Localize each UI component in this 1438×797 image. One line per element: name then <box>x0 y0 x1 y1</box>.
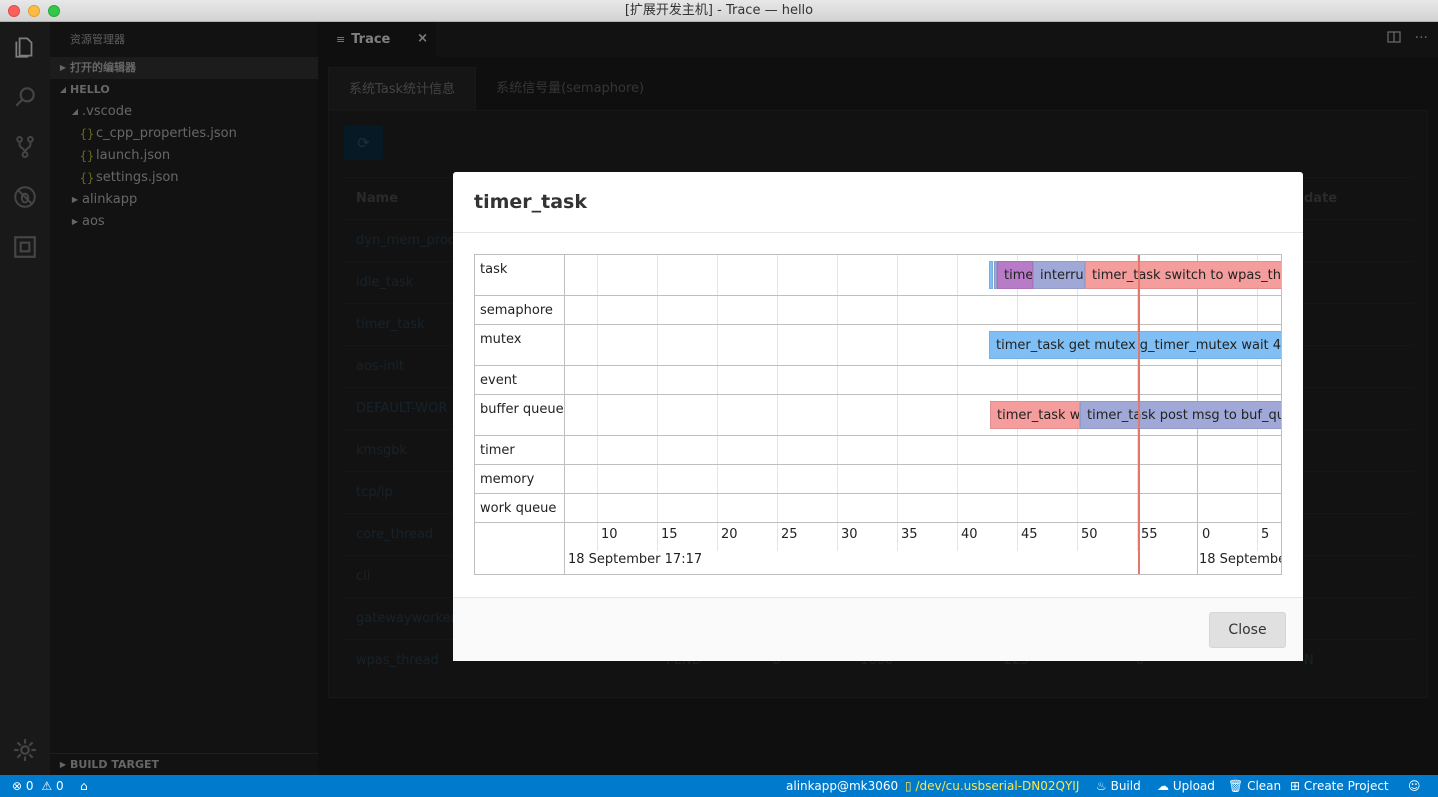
window-title: [扩展开发主机] - Trace — hello <box>624 3 814 18</box>
build-label: Build <box>1110 779 1141 793</box>
feedback-smiley-icon[interactable]: ☺ <box>1408 775 1421 797</box>
gridline <box>597 255 598 551</box>
upload-icon: ☁ <box>1157 779 1169 793</box>
serial-port-label: /dev/cu.usbserial-DN02QYIJ <box>915 779 1080 793</box>
timeline-item-mutex[interactable]: timer_task get mutex g_timer_mutex wait … <box>989 331 1281 359</box>
group-separator <box>565 493 1281 494</box>
error-icon: ⊗ <box>12 779 23 793</box>
gridline <box>777 255 778 551</box>
window-titlebar: [扩展开发主机] - Trace — hello <box>0 0 1438 22</box>
timeline: task semaphore mutex event buffer queue … <box>474 254 1282 575</box>
group-separator <box>565 435 1281 436</box>
status-bar: ⊗ 0 ⚠ 0 ⌂ alinkapp@mk3060 ▯ /dev/cu.usbs… <box>0 775 1438 797</box>
group-separator <box>565 464 1281 465</box>
axis-tick-label: 50 <box>1081 527 1098 542</box>
axis-tick-label: 40 <box>961 527 978 542</box>
axis-tick-label: 15 <box>661 527 678 542</box>
group-label-event: event <box>475 366 565 395</box>
timeline-grid[interactable]: timer_task interrupt timer_task switch t… <box>565 255 1281 574</box>
window-close-button[interactable] <box>8 5 20 17</box>
timer-task-dialog: timer_task task semaphore mutex event bu… <box>453 172 1303 661</box>
group-separator <box>565 394 1281 395</box>
axis-tick-label: 55 <box>1141 527 1158 542</box>
timeline-item-buffer-queue[interactable]: timer_task post msg to buf_queue <box>1080 401 1281 429</box>
home-icon[interactable]: ⌂ <box>80 775 88 797</box>
axis-tick-label: 25 <box>781 527 798 542</box>
upload-button[interactable]: ☁ Upload <box>1157 775 1215 797</box>
clean-button[interactable]: 🗑 Clean <box>1228 775 1281 797</box>
timeline-item-task[interactable]: timer_task <box>997 261 1033 289</box>
serial-port[interactable]: ▯ /dev/cu.usbserial-DN02QYIJ <box>905 775 1079 797</box>
plus-box-icon: ⊞ <box>1290 779 1301 793</box>
timeline-item-buffer-queue[interactable]: timer_task wait <box>990 401 1080 429</box>
axis-tick-label: 10 <box>601 527 618 542</box>
group-label-timer: timer <box>475 436 565 465</box>
axis-major-label: 18 September 17:17 <box>568 552 703 567</box>
gridline <box>657 255 658 551</box>
axis-major-label: 18 September <box>1199 552 1281 567</box>
window-minimize-button[interactable] <box>28 5 40 17</box>
create-project-button[interactable]: ⊞ Create Project <box>1290 775 1389 797</box>
close-button[interactable]: Close <box>1209 612 1286 648</box>
axis-tick-label: 45 <box>1021 527 1038 542</box>
gridline <box>717 255 718 551</box>
device-icon: ▯ <box>905 779 912 793</box>
group-separator <box>565 295 1281 296</box>
create-project-label: Create Project <box>1303 779 1389 793</box>
gridline <box>957 255 958 551</box>
group-separator <box>565 365 1281 366</box>
error-count: 0 <box>25 779 34 793</box>
axis-tick-label: 5 <box>1261 527 1270 542</box>
gridline <box>837 255 838 551</box>
warning-count: 0 <box>55 779 64 793</box>
gridline <box>897 255 898 551</box>
group-separator <box>565 522 1281 523</box>
warning-icon: ⚠ <box>41 779 53 793</box>
axis-tick-label: 20 <box>721 527 738 542</box>
group-label-task: task <box>475 255 565 296</box>
window-maximize-button[interactable] <box>48 5 60 17</box>
clean-label: Clean <box>1247 779 1282 793</box>
group-label-mutex: mutex <box>475 325 565 366</box>
timeline-item-marker[interactable] <box>989 261 993 289</box>
axis-tick-label: 30 <box>841 527 858 542</box>
upload-label: Upload <box>1172 779 1215 793</box>
group-label-buffer-queue: buffer queue <box>475 395 565 436</box>
group-label-memory: memory <box>475 465 565 494</box>
group-separator <box>565 324 1281 325</box>
dialog-title: timer_task <box>453 172 1303 233</box>
group-label-work-queue: work queue <box>475 494 565 523</box>
timeline-item-task[interactable]: timer_task switch to wpas_thread <box>1085 261 1281 289</box>
build-button[interactable]: ♨ Build <box>1096 775 1141 797</box>
problems-indicator[interactable]: ⊗ 0 ⚠ 0 <box>12 775 64 797</box>
axis-tick-label: 0 <box>1202 527 1211 542</box>
axis-tick-label: 35 <box>901 527 918 542</box>
target-user[interactable]: alinkapp@mk3060 <box>786 775 898 797</box>
current-time-marker <box>1138 255 1140 574</box>
timeline-group-labels: task semaphore mutex event buffer queue … <box>475 255 565 574</box>
dialog-footer: Close <box>453 597 1303 661</box>
flame-icon: ♨ <box>1096 779 1107 793</box>
timeline-item-task[interactable]: interrupt <box>1033 261 1085 289</box>
trash-icon: 🗑 <box>1228 779 1244 793</box>
group-label-semaphore: semaphore <box>475 296 565 325</box>
